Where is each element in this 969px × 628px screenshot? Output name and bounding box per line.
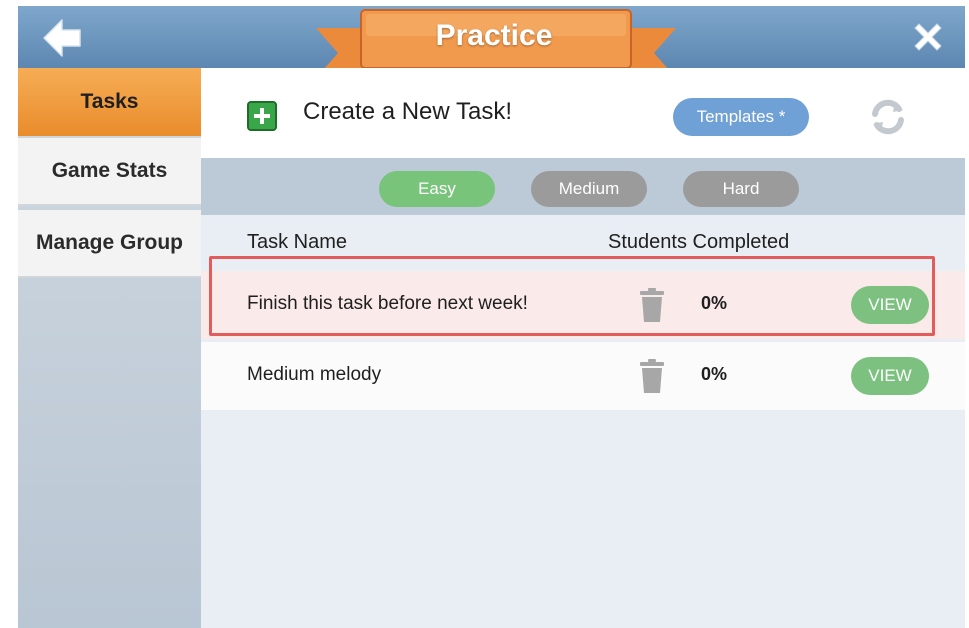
view-task-button[interactable]: VIEW bbox=[851, 286, 929, 324]
sidebar: Tasks Game Stats Manage Group bbox=[18, 68, 201, 628]
difficulty-medium-button[interactable]: Medium bbox=[531, 171, 647, 207]
create-task-row: Create a New Task! Templates * bbox=[201, 68, 965, 158]
main-content: Create a New Task! Templates * Easy Medi… bbox=[201, 68, 965, 628]
difficulty-hard-button[interactable]: Hard bbox=[683, 171, 799, 207]
plus-icon bbox=[254, 108, 270, 124]
arrow-left-icon bbox=[43, 19, 81, 57]
create-task-label[interactable]: Create a New Task! bbox=[303, 98, 512, 126]
refresh-button[interactable] bbox=[865, 94, 911, 140]
column-header-students-completed: Students Completed bbox=[608, 231, 790, 253]
task-name: Finish this task before next week! bbox=[247, 293, 528, 314]
trash-icon bbox=[640, 359, 664, 393]
difficulty-easy-button[interactable]: Easy bbox=[379, 171, 495, 207]
table-row: Finish this task before next week! 0% VI… bbox=[201, 271, 965, 339]
practice-window: Practice Tasks Game Stats Manage Group C… bbox=[18, 6, 965, 628]
close-button[interactable] bbox=[909, 18, 947, 56]
task-name: Medium melody bbox=[247, 364, 382, 385]
delete-task-button[interactable] bbox=[639, 358, 665, 394]
sidebar-item-manage-group[interactable]: Manage Group bbox=[18, 210, 201, 278]
delete-task-button[interactable] bbox=[639, 287, 665, 323]
task-table-header: Task Name Students Completed bbox=[201, 215, 965, 271]
sidebar-item-game-stats[interactable]: Game Stats bbox=[18, 138, 201, 206]
page-title: Practice bbox=[435, 19, 553, 52]
column-header-task-name: Task Name bbox=[247, 231, 348, 253]
templates-button[interactable]: Templates * bbox=[673, 98, 809, 136]
table-row: Medium melody 0% VIEW bbox=[201, 342, 965, 410]
close-icon bbox=[914, 23, 942, 51]
view-task-button[interactable]: VIEW bbox=[851, 357, 929, 395]
header-bar: Practice bbox=[18, 6, 965, 78]
refresh-icon bbox=[872, 99, 904, 135]
sidebar-item-label: Tasks bbox=[80, 90, 139, 113]
create-task-button[interactable] bbox=[247, 101, 277, 131]
students-completed-value: 0% bbox=[701, 364, 728, 384]
sidebar-item-label: Game Stats bbox=[51, 159, 168, 182]
sidebar-item-label: Manage Group bbox=[35, 231, 183, 254]
back-button[interactable] bbox=[40, 16, 84, 60]
trash-icon bbox=[640, 288, 664, 322]
sidebar-item-tasks[interactable]: Tasks bbox=[18, 68, 201, 136]
students-completed-value: 0% bbox=[701, 293, 728, 313]
difficulty-filter: Easy Medium Hard bbox=[201, 158, 965, 215]
